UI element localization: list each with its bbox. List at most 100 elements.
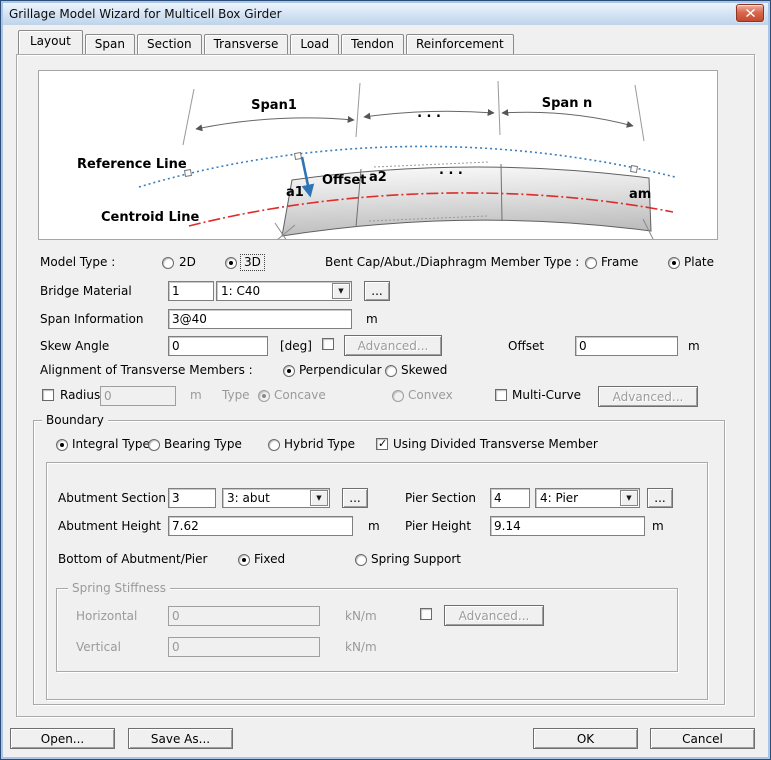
bridge-material-id-input[interactable] (168, 281, 214, 301)
model-type-label: Model Type : (40, 255, 115, 270)
centroid-line-label: Centroid Line (101, 210, 199, 225)
divided-transverse-checkbox[interactable] (376, 438, 388, 450)
dialog-grillage-model-wizard: Grillage Model Wizard for Multicell Box … (0, 0, 771, 760)
span-information-input[interactable] (168, 309, 352, 329)
spring-stiffness-title: Spring Stiffness (68, 581, 170, 595)
spring-horizontal-unit: kN/m (345, 609, 377, 624)
alignment-skewed-label[interactable]: Skewed (401, 363, 447, 378)
alignment-perpendicular-radio[interactable] (283, 365, 295, 377)
multi-curve-label[interactable]: Multi-Curve (512, 388, 581, 403)
skew-advanced-checkbox[interactable] (322, 338, 334, 350)
offset-label: Offset (322, 173, 366, 188)
skew-angle-input[interactable] (168, 336, 268, 356)
pier-section-select[interactable]: 4: Pier ▼ (535, 488, 640, 508)
pier-section-id-input[interactable] (490, 488, 530, 508)
diagram-svg: Span1 . . . Span n Reference Line Centro… (39, 71, 717, 239)
offset-input[interactable] (575, 336, 678, 356)
radius-checkbox[interactable] (42, 389, 54, 401)
bridge-material-select[interactable]: 1: C40 ▼ (216, 281, 352, 301)
boundary-hybrid-radio[interactable] (268, 439, 280, 451)
bottom-fixed-label[interactable]: Fixed (254, 552, 285, 567)
pier-height-input[interactable] (490, 516, 645, 536)
window-title: Grillage Model Wizard for Multicell Box … (9, 7, 282, 21)
member-type-frame-label[interactable]: Frame (601, 255, 638, 270)
alignment-perpendicular-label[interactable]: Perpendicular (299, 363, 382, 378)
abutment-section-selected: 3: abut (227, 491, 270, 505)
tab-span[interactable]: Span (85, 34, 135, 54)
radius-convex-label: Convex (408, 388, 453, 403)
radius-label[interactable]: Radius (60, 388, 100, 403)
member-type-plate-label[interactable]: Plate (684, 255, 714, 270)
bottom-fixed-radio[interactable] (238, 554, 250, 566)
chevron-down-icon[interactable]: ▼ (310, 490, 328, 506)
spring-horizontal-input (168, 606, 320, 626)
span-n-label: Span n (542, 96, 592, 111)
multi-curve-checkbox[interactable] (495, 389, 507, 401)
model-type-2d-radio[interactable] (162, 257, 174, 269)
ok-button[interactable]: OK (533, 728, 638, 749)
model-type-2d-label[interactable]: 2D (179, 255, 196, 270)
girder-a1-label: a1 (286, 185, 304, 200)
skew-angle-label: Skew Angle (40, 339, 109, 354)
titlebar: Grillage Model Wizard for Multicell Box … (3, 3, 768, 25)
bridge-material-browse-button[interactable]: ... (364, 281, 390, 301)
radius-type-label: Type (222, 388, 250, 403)
boundary-integral-label[interactable]: Integral Type (72, 437, 150, 452)
pier-section-selected: 4: Pier (540, 491, 578, 505)
pier-section-browse-button[interactable]: ... (647, 488, 673, 508)
bridge-material-label: Bridge Material (40, 284, 132, 299)
close-button[interactable] (736, 4, 764, 22)
save-as-button[interactable]: Save As... (128, 728, 233, 749)
skew-angle-unit: [deg] (280, 339, 312, 354)
boundary-hybrid-label[interactable]: Hybrid Type (284, 437, 355, 452)
dimension-lines (196, 111, 633, 129)
member-type-frame-radio[interactable] (585, 257, 597, 269)
girder-a2-label: a2 (369, 170, 387, 185)
girder-dots-label: . . . (439, 163, 463, 178)
boundary-title: Boundary (42, 413, 108, 427)
spring-stiffness-groupbox (56, 588, 678, 672)
tab-layout[interactable]: Layout (18, 30, 83, 54)
spring-vertical-input (168, 637, 320, 657)
chevron-down-icon[interactable]: ▼ (332, 283, 350, 299)
cancel-button[interactable]: Cancel (650, 728, 755, 749)
abutment-section-select[interactable]: 3: abut ▼ (222, 488, 330, 508)
offset-unit: m (688, 339, 700, 354)
radius-concave-label: Concave (274, 388, 326, 403)
radius-input (100, 386, 176, 406)
tab-transverse[interactable]: Transverse (204, 34, 289, 54)
pier-section-label: Pier Section (405, 491, 476, 506)
abutment-height-input[interactable] (168, 516, 353, 536)
spring-vertical-unit: kN/m (345, 640, 377, 655)
radius-convex-radio (392, 390, 404, 402)
model-type-3d-radio[interactable] (225, 257, 237, 269)
skew-advanced-button: Advanced... (344, 335, 442, 356)
bottom-spring-radio[interactable] (355, 554, 367, 566)
tab-reinforcement[interactable]: Reinforcement (406, 34, 514, 54)
spring-horizontal-label: Horizontal (76, 609, 137, 624)
span-information-unit: m (366, 312, 378, 327)
boundary-integral-radio[interactable] (56, 439, 68, 451)
abutment-height-unit: m (368, 519, 380, 534)
abutment-section-label: Abutment Section (58, 491, 166, 506)
open-button[interactable]: Open... (10, 728, 115, 749)
span-dots-label: . . . (417, 106, 441, 121)
divided-transverse-label[interactable]: Using Divided Transverse Member (393, 437, 598, 452)
tab-load[interactable]: Load (290, 34, 339, 54)
bottom-spring-label[interactable]: Spring Support (371, 552, 461, 567)
abutment-section-id-input[interactable] (168, 488, 216, 508)
model-type-3d-label[interactable]: 3D (240, 254, 265, 271)
pier-height-label: Pier Height (405, 519, 471, 534)
radius-concave-radio (258, 390, 270, 402)
tab-section[interactable]: Section (137, 34, 202, 54)
member-type-plate-radio[interactable] (668, 257, 680, 269)
tab-tendon[interactable]: Tendon (341, 34, 404, 54)
spring-advanced-checkbox (420, 608, 432, 620)
alignment-skewed-radio[interactable] (385, 365, 397, 377)
chevron-down-icon[interactable]: ▼ (620, 490, 638, 506)
multi-curve-advanced-button: Advanced... (598, 386, 698, 407)
boundary-bearing-label[interactable]: Bearing Type (164, 437, 242, 452)
boundary-bearing-radio[interactable] (148, 439, 160, 451)
abutment-section-browse-button[interactable]: ... (342, 488, 368, 508)
tab-bar: Layout Span Section Transverse Load Tend… (18, 31, 516, 54)
